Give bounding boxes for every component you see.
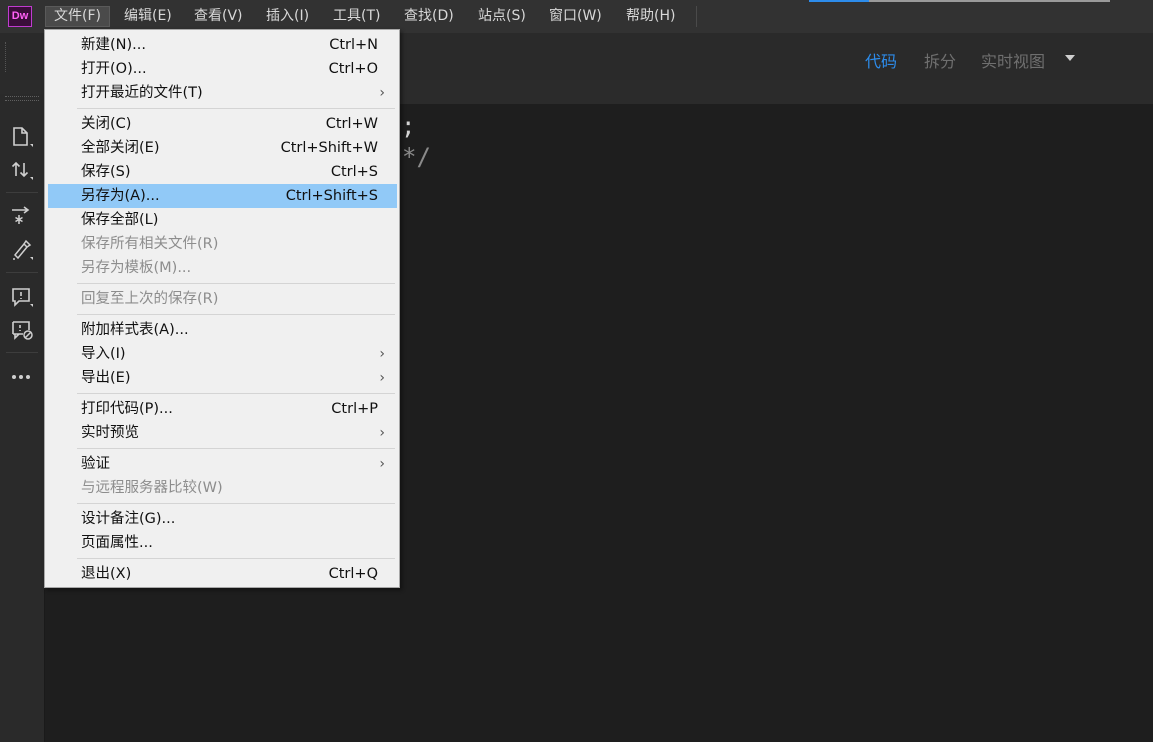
chevron-right-icon: › [379, 346, 385, 362]
app-logo[interactable]: Dw [8, 6, 32, 27]
menu-item-label: 实时预览 [81, 425, 139, 441]
code-comment-text: */ [402, 143, 431, 171]
menu-item-label: 关闭(C) [81, 116, 132, 132]
menu-item-validate[interactable]: 验证 › [48, 452, 397, 476]
menu-separator [77, 314, 395, 315]
menu-item-label: 全部关闭(E) [81, 140, 160, 156]
rail-divider [6, 352, 38, 353]
menu-item-label: 回复至上次的保存(R) [81, 291, 219, 307]
snippet-icon[interactable] [10, 238, 34, 262]
menu-item-shortcut: Ctrl+W [325, 116, 378, 132]
chevron-right-icon: › [379, 370, 385, 386]
menu-item-design-notes[interactable]: 设计备注(G)... [48, 507, 397, 531]
menu-item-save-all[interactable]: 保存全部(L) [48, 208, 397, 232]
menu-item-shortcut: Ctrl+N [329, 37, 378, 53]
menu-item-label: 打印代码(P)... [81, 401, 173, 417]
menu-edit[interactable]: 编辑(E) [116, 6, 180, 27]
menu-item-save-related[interactable]: 保存所有相关文件(R) [48, 232, 397, 256]
menu-item-label: 新建(N)... [81, 37, 146, 53]
menu-help[interactable]: 帮助(H) [618, 6, 683, 27]
title-accent-line [809, 0, 869, 2]
sort-updown-icon[interactable] [10, 158, 34, 182]
menu-site[interactable]: 站点(S) [470, 6, 534, 27]
comment-icon[interactable] [10, 285, 34, 309]
menu-item-print-code[interactable]: 打印代码(P)... Ctrl+P [48, 397, 397, 421]
chevron-right-icon: › [379, 85, 385, 101]
menu-item-label: 导入(I) [81, 346, 126, 362]
menu-item-page-properties[interactable]: 页面属性... [48, 531, 397, 555]
menu-find[interactable]: 查找(D) [396, 6, 462, 27]
tab-split[interactable]: 拆分 [924, 48, 956, 72]
menu-item-revert[interactable]: 回复至上次的保存(R) [48, 287, 397, 311]
menu-bar-divider [696, 6, 697, 27]
menu-item-label: 附加样式表(A)... [81, 322, 189, 338]
tab-code[interactable]: 代码 [865, 48, 897, 72]
chevron-right-icon: › [379, 425, 385, 441]
menu-item-open-recent[interactable]: 打开最近的文件(T) › [48, 81, 397, 105]
menu-item-close-all[interactable]: 全部关闭(E) Ctrl+Shift+W [48, 136, 397, 160]
menu-separator [77, 503, 395, 504]
menu-item-label: 与远程服务器比较(W) [81, 480, 223, 496]
more-icon[interactable] [10, 365, 34, 389]
menu-item-label: 打开最近的文件(T) [81, 85, 203, 101]
menu-item-new[interactable]: 新建(N)... Ctrl+N [48, 33, 397, 57]
menu-item-close[interactable]: 关闭(C) Ctrl+W [48, 112, 397, 136]
file-menu-dropdown: 新建(N)... Ctrl+N 打开(O)... Ctrl+O 打开最近的文件(… [44, 29, 400, 588]
remove-comment-icon[interactable] [10, 318, 34, 342]
menu-file[interactable]: 文件(F) [45, 6, 110, 27]
menu-item-shortcut: Ctrl+P [331, 401, 378, 417]
menu-separator [77, 558, 395, 559]
menu-item-label: 退出(X) [81, 566, 132, 582]
menu-item-attach-stylesheet[interactable]: 附加样式表(A)... [48, 318, 397, 342]
rail-divider [6, 192, 38, 193]
code-toolbar-rail [0, 94, 45, 742]
menu-item-open[interactable]: 打开(O)... Ctrl+O [48, 57, 397, 81]
menu-item-shortcut: Ctrl+Q [328, 566, 378, 582]
menu-item-import[interactable]: 导入(I) › [48, 342, 397, 366]
file-icon[interactable] [10, 125, 34, 149]
menu-item-shortcut: Ctrl+Shift+W [280, 140, 378, 156]
menu-separator [77, 448, 395, 449]
menu-separator [77, 393, 395, 394]
menu-item-shortcut: Ctrl+Shift+S [285, 188, 378, 204]
menu-separator [77, 108, 395, 109]
menu-item-label: 打开(O)... [81, 61, 147, 77]
menu-view[interactable]: 查看(V) [186, 6, 251, 27]
code-text: ; [401, 112, 416, 140]
rail-divider [6, 272, 38, 273]
menu-item-label: 保存全部(L) [81, 212, 159, 228]
menu-item-label: 另存为(A)... [81, 188, 160, 204]
menu-item-label: 保存所有相关文件(R) [81, 236, 219, 252]
menu-item-label: 验证 [81, 456, 110, 472]
caret-down-icon[interactable] [1065, 55, 1075, 61]
toolbar-grip[interactable] [5, 42, 6, 72]
title-line [869, 0, 1110, 2]
menu-item-save-as[interactable]: 另存为(A)... Ctrl+Shift+S [48, 184, 397, 208]
menu-separator [77, 283, 395, 284]
menu-item-live-preview[interactable]: 实时预览 › [48, 421, 397, 445]
menu-item-export[interactable]: 导出(E) › [48, 366, 397, 390]
menu-item-exit[interactable]: 退出(X) Ctrl+Q [48, 562, 397, 586]
menu-item-shortcut: Ctrl+S [330, 164, 378, 180]
menu-item-shortcut: Ctrl+O [328, 61, 378, 77]
menu-item-compare-remote[interactable]: 与远程服务器比较(W) [48, 476, 397, 500]
menu-item-label: 页面属性... [81, 535, 153, 551]
menu-item-label: 设计备注(G)... [81, 511, 176, 527]
rail-grip[interactable] [5, 96, 39, 101]
expand-collapse-icon[interactable] [10, 204, 34, 228]
menu-window[interactable]: 窗口(W) [541, 6, 610, 27]
chevron-right-icon: › [379, 456, 385, 472]
menu-item-save-as-template[interactable]: 另存为模板(M)... [48, 256, 397, 280]
menu-insert[interactable]: 插入(I) [258, 6, 317, 27]
menu-item-save[interactable]: 保存(S) Ctrl+S [48, 160, 397, 184]
menu-item-label: 导出(E) [81, 370, 131, 386]
menu-item-label: 保存(S) [81, 164, 131, 180]
menu-item-label: 另存为模板(M)... [81, 260, 192, 276]
tab-live-view[interactable]: 实时视图 [981, 48, 1045, 72]
menu-tools[interactable]: 工具(T) [325, 6, 388, 27]
